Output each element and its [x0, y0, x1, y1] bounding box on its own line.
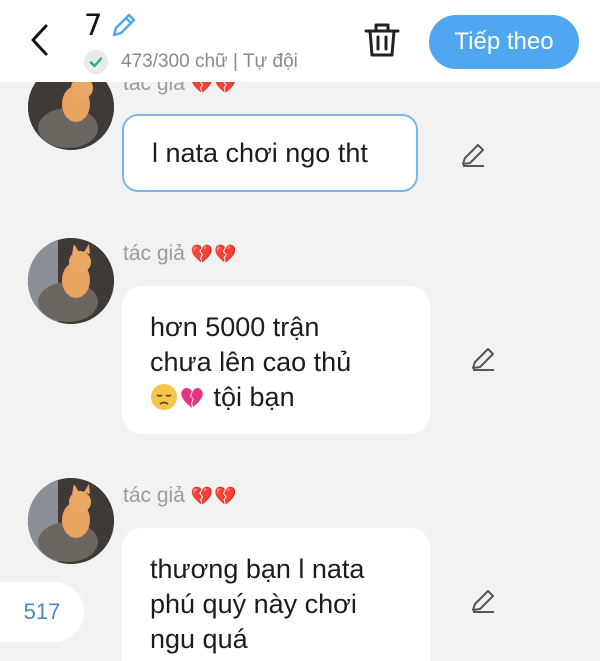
message-text: thương bạn l nata — [150, 554, 365, 584]
check-icon — [89, 57, 103, 68]
status-check — [84, 50, 108, 74]
message-text: tội bạn — [213, 382, 295, 412]
avatar[interactable] — [28, 238, 114, 324]
broken-heart-icon: 💔💔 — [190, 486, 238, 506]
next-button[interactable]: Tiếp theo — [429, 15, 579, 69]
author-name: tác giả — [123, 242, 185, 265]
message-text-line: tội bạn — [150, 380, 402, 415]
author-name: tác giả — [123, 484, 185, 507]
message-bubble[interactable]: hơn 5000 trận chưa lên cao thủ tội bạn — [122, 286, 430, 434]
pencil-icon — [462, 144, 484, 167]
edit-message-button[interactable] — [468, 344, 498, 374]
message-text: phú quý này chơi — [150, 589, 357, 619]
author-label: tác giả 💔💔 — [123, 242, 238, 266]
avatar[interactable] — [28, 478, 114, 564]
broken-heart-icon: 💔💔 — [190, 244, 238, 264]
char-count: 473/300 chữ | Tự đội — [121, 51, 298, 72]
message-text: hơn 5000 trận — [150, 312, 320, 342]
broken-heart-icon — [181, 388, 203, 408]
message-text: ngu quá — [150, 624, 248, 654]
avatar-image — [28, 238, 114, 324]
trash-icon — [364, 23, 400, 57]
pencil-icon — [112, 13, 136, 37]
message-text: chưa lên cao thủ — [150, 347, 352, 377]
back-icon — [31, 24, 48, 56]
back-button[interactable] — [24, 20, 56, 60]
message-bubble[interactable]: thương bạn l nata phú quý này chơi ngu q… — [122, 528, 430, 661]
edit-message-button[interactable] — [468, 586, 498, 616]
avatar-image — [28, 478, 114, 564]
pencil-icon — [472, 590, 494, 613]
message-text: l nata chơi ngo tht — [152, 138, 368, 168]
page-title: 7 — [84, 8, 103, 42]
author-label: tác giả 💔💔 — [123, 484, 238, 508]
pensive-face-icon — [151, 384, 177, 410]
message-bubble[interactable]: l nata chơi ngo tht — [122, 114, 418, 192]
edit-message-button[interactable] — [458, 140, 488, 170]
delete-button[interactable] — [362, 19, 402, 61]
count-badge[interactable]: 517 — [0, 582, 84, 642]
header-bar: 7 473/300 chữ | Tự đội Tiếp theo — [0, 0, 600, 82]
edit-title-button[interactable] — [108, 11, 138, 41]
pencil-icon — [472, 348, 494, 371]
